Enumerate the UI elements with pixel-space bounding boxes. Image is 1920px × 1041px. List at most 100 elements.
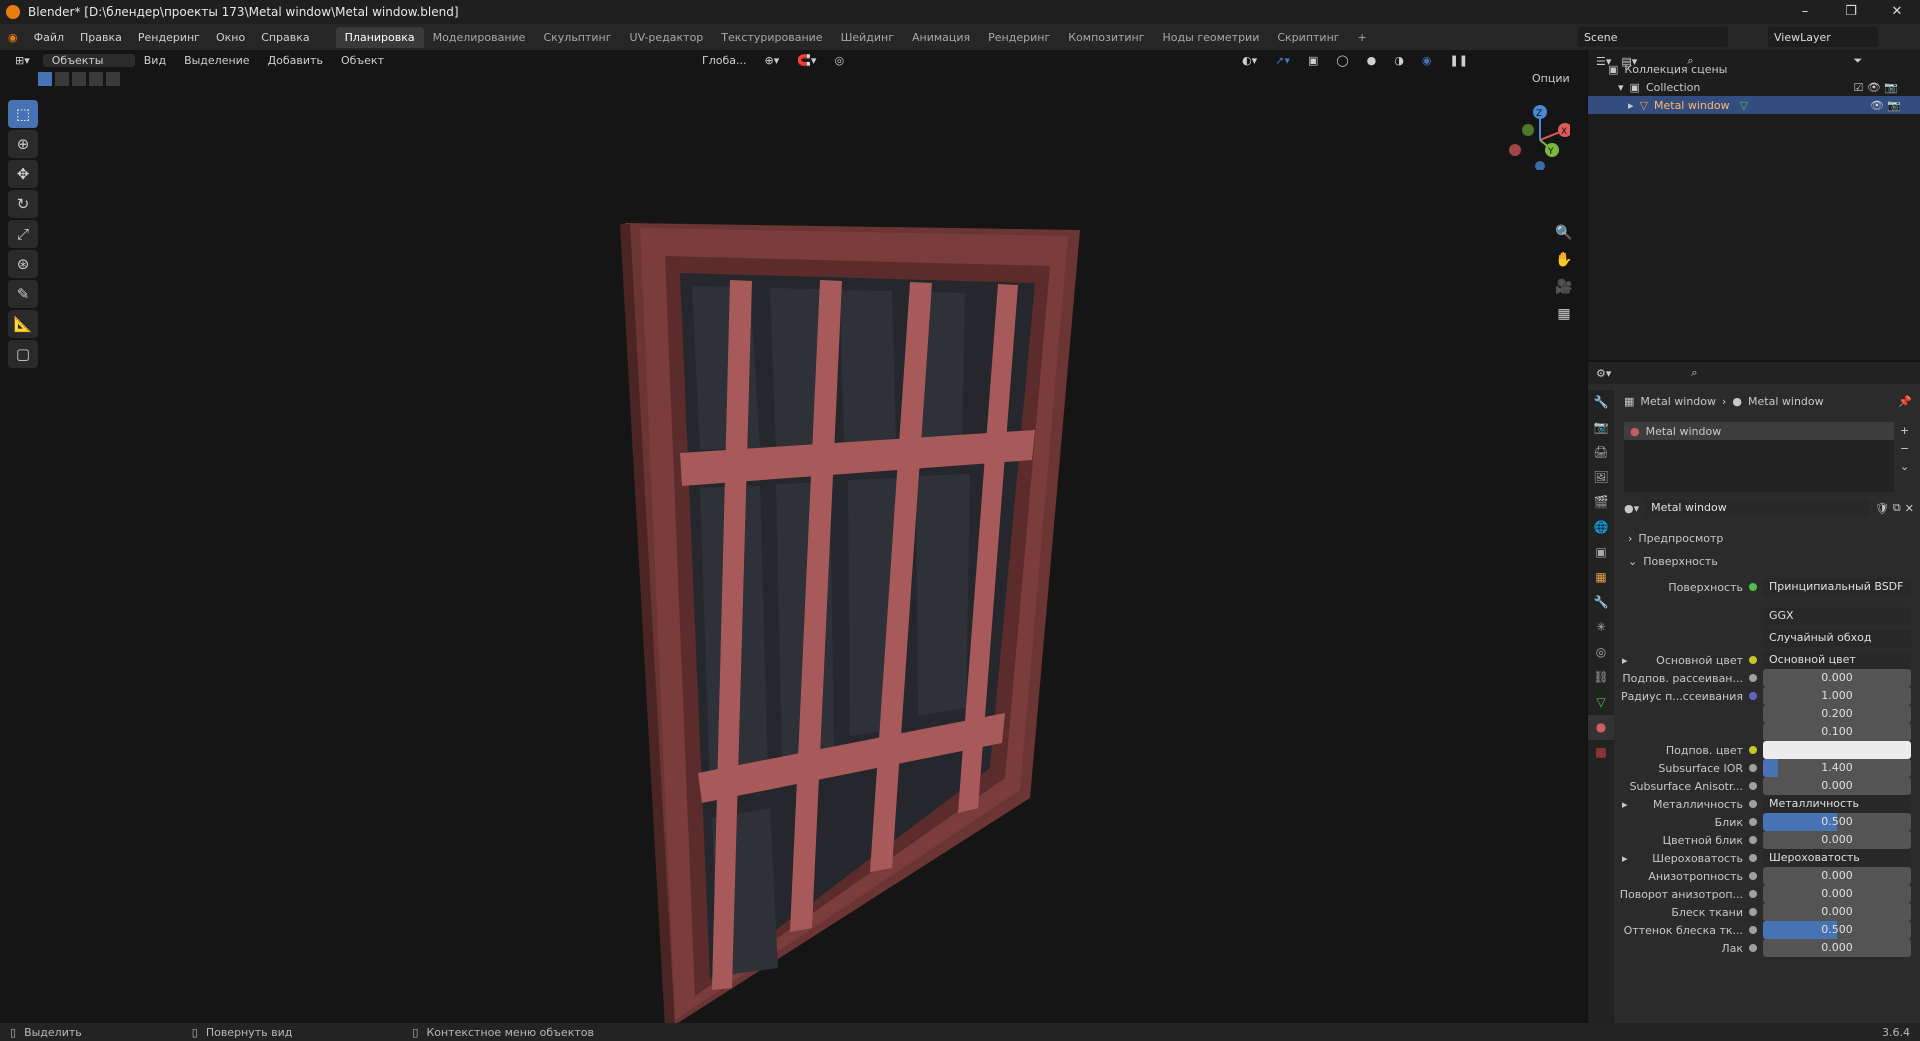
value-field[interactable]: 0.200 — [1763, 705, 1911, 723]
cursor-tool-icon[interactable]: ⊕ — [8, 130, 38, 158]
tab-scripting[interactable]: Скриптинг — [1268, 27, 1348, 48]
expand-collection-icon[interactable]: ▾ — [1618, 81, 1624, 94]
minimize-button[interactable]: – — [1782, 0, 1828, 24]
rotate-tool-icon[interactable]: ↻ — [8, 190, 38, 218]
tab-sculpting[interactable]: Скульптинг — [534, 27, 620, 48]
tab-modeling[interactable]: Моделирование — [424, 27, 535, 48]
menu-object[interactable]: Объект — [332, 54, 393, 67]
object-visibility-icon[interactable]: 👁 📷 — [1870, 99, 1901, 112]
menu-add[interactable]: Добавить — [259, 54, 332, 67]
scene-selector[interactable]: Scene — [1578, 27, 1728, 47]
scene-tab-icon[interactable]: 🎬 — [1588, 490, 1614, 515]
outliner-item-metal-window[interactable]: ▸ ▽ Metal window ▽ 👁 📷 — [1588, 96, 1920, 114]
menu-render[interactable]: Рендеринг — [130, 31, 208, 44]
tab-geometry-nodes[interactable]: Ноды геометрии — [1154, 27, 1269, 48]
linked-input-field[interactable]: Металличность — [1763, 795, 1911, 813]
output-tab-icon[interactable]: 🖨 — [1588, 440, 1614, 465]
shading-rendered-icon[interactable]: ◉ — [1413, 54, 1441, 67]
fake-user-icon[interactable]: 🛡 — [1875, 502, 1889, 515]
pause-icon[interactable]: ❚❚ — [1440, 54, 1476, 67]
object-tab-icon[interactable]: ▦ — [1588, 565, 1614, 590]
material-name-field[interactable]: Metal window — [1645, 499, 1869, 517]
linked-input-field[interactable]: Шероховатость — [1763, 849, 1911, 867]
transform-tool-icon[interactable]: ⊛ — [8, 250, 38, 278]
view-layer-selector[interactable]: ViewLayer — [1768, 27, 1878, 47]
shading-solid-icon[interactable]: ● — [1358, 54, 1386, 67]
expand-link-icon[interactable]: ▸ — [1622, 798, 1628, 811]
world-tab-icon[interactable]: 🌐 — [1588, 515, 1614, 540]
unlink-material-icon[interactable]: ✕ — [1905, 502, 1914, 515]
ortho-grid-icon[interactable]: ▦ — [1552, 306, 1576, 333]
navigation-gizmo[interactable]: X Z Y — [1500, 100, 1570, 170]
value-field[interactable]: 0.000 — [1763, 903, 1911, 921]
expand-object-icon[interactable]: ▸ — [1628, 99, 1634, 112]
value-field[interactable]: 1.400 — [1763, 759, 1911, 777]
tab-texture-paint[interactable]: Текстурирование — [712, 27, 831, 48]
value-field[interactable]: 0.000 — [1763, 669, 1911, 687]
material-slot-list[interactable]: ● Metal window — [1624, 422, 1894, 492]
value-field[interactable]: 0.100 — [1763, 723, 1911, 741]
gizmo-neg-z[interactable] — [1535, 161, 1545, 170]
move-tool-icon[interactable]: ✥ — [8, 160, 38, 188]
pivot-icon[interactable]: ⊕▾ — [755, 54, 788, 67]
options-menu[interactable]: Опции — [1532, 72, 1570, 85]
annotate-tool-icon[interactable]: ✎ — [8, 280, 38, 308]
color-swatch[interactable] — [1763, 741, 1911, 759]
pin-icon[interactable]: 📌 — [1898, 395, 1912, 408]
properties-search-icon[interactable]: ⌕ — [1691, 366, 1697, 380]
render-tab-icon[interactable]: 📷 — [1588, 415, 1614, 440]
select-intersect-icon[interactable] — [106, 72, 120, 86]
transform-orientation[interactable]: Глоба... — [693, 54, 755, 67]
tab-rendering[interactable]: Рендеринг — [979, 27, 1059, 48]
physics-tab-icon[interactable]: ◎ — [1588, 640, 1614, 665]
collection-visibility-icon[interactable]: ☑ 👁 📷 — [1853, 81, 1898, 94]
mode-selector[interactable]: Объекты — [42, 53, 135, 67]
value-field[interactable]: 1.000 — [1763, 687, 1911, 705]
view-layer-tab-icon[interactable]: 🖼 — [1588, 465, 1614, 490]
tab-layout[interactable]: Планировка — [335, 26, 424, 48]
gizmo-toggle-icon[interactable]: ➚▾ — [1266, 54, 1299, 67]
preview-panel-header[interactable]: › Предпросмотр — [1628, 532, 1723, 545]
data-tab-icon[interactable]: ▽ — [1588, 690, 1614, 715]
proportional-edit-icon[interactable]: ◎ — [825, 54, 853, 67]
value-field[interactable]: 0.000 — [1763, 777, 1911, 795]
add-slot-button[interactable]: + — [1900, 422, 1909, 440]
add-workspace-button[interactable]: + — [1349, 27, 1376, 48]
scene-collection-row[interactable]: ▣ Коллекция сцены — [1608, 60, 1727, 78]
value-field[interactable]: 0.000 — [1763, 939, 1911, 957]
close-button[interactable]: ✕ — [1874, 0, 1920, 24]
restore-button[interactable]: ❐ — [1828, 0, 1874, 24]
subsurface-method-dropdown[interactable]: Случайный обход — [1763, 629, 1911, 647]
tab-compositing[interactable]: Композитинг — [1059, 27, 1153, 48]
editor-type-icon[interactable]: ⊞▾ — [6, 54, 39, 67]
collection-row[interactable]: ▾ ▣ Collection ☑ 👁 📷 — [1618, 78, 1918, 96]
select-invert-icon[interactable] — [89, 72, 103, 86]
properties-editor-icon[interactable]: ⚙▾ — [1596, 367, 1611, 380]
remove-slot-button[interactable]: − — [1900, 440, 1909, 458]
tab-animation[interactable]: Анимация — [903, 27, 979, 48]
tab-uv-editing[interactable]: UV-редактор — [621, 27, 713, 48]
expand-link-icon[interactable]: ▸ — [1622, 654, 1628, 667]
value-field[interactable]: 0.000 — [1763, 885, 1911, 903]
shading-material-icon[interactable]: ◑ — [1385, 54, 1413, 67]
modifier-tab-icon[interactable]: 🔧 — [1588, 590, 1614, 615]
menu-file[interactable]: Файл — [26, 31, 72, 44]
slot-menu-button[interactable]: ⌄ — [1900, 458, 1909, 476]
duplicate-material-icon[interactable]: ⧉ — [1893, 501, 1901, 515]
tab-shading[interactable]: Шейдинг — [832, 27, 903, 48]
pan-hand-icon[interactable]: ✋ — [1552, 252, 1576, 279]
constraints-tab-icon[interactable]: ⛓ — [1588, 665, 1614, 690]
texture-tab-icon[interactable]: ▩ — [1588, 740, 1614, 765]
menu-help[interactable]: Справка — [253, 31, 317, 44]
value-field[interactable]: 0.000 — [1763, 831, 1911, 849]
menu-edit[interactable]: Правка — [72, 31, 130, 44]
value-field[interactable]: 0.500 — [1763, 921, 1911, 939]
metal-window-model[interactable] — [620, 168, 1140, 1028]
material-slot-item[interactable]: ● Metal window — [1624, 422, 1894, 440]
select-subtract-icon[interactable] — [72, 72, 86, 86]
distribution-dropdown[interactable]: GGX — [1763, 607, 1911, 625]
measure-tool-icon[interactable]: 📐 — [8, 310, 38, 338]
menu-window[interactable]: Окно — [208, 31, 253, 44]
3d-viewport[interactable]: ⊞▾ Объекты Вид Выделение Добавить Объект… — [0, 50, 1587, 1028]
menu-view[interactable]: Вид — [135, 54, 175, 67]
